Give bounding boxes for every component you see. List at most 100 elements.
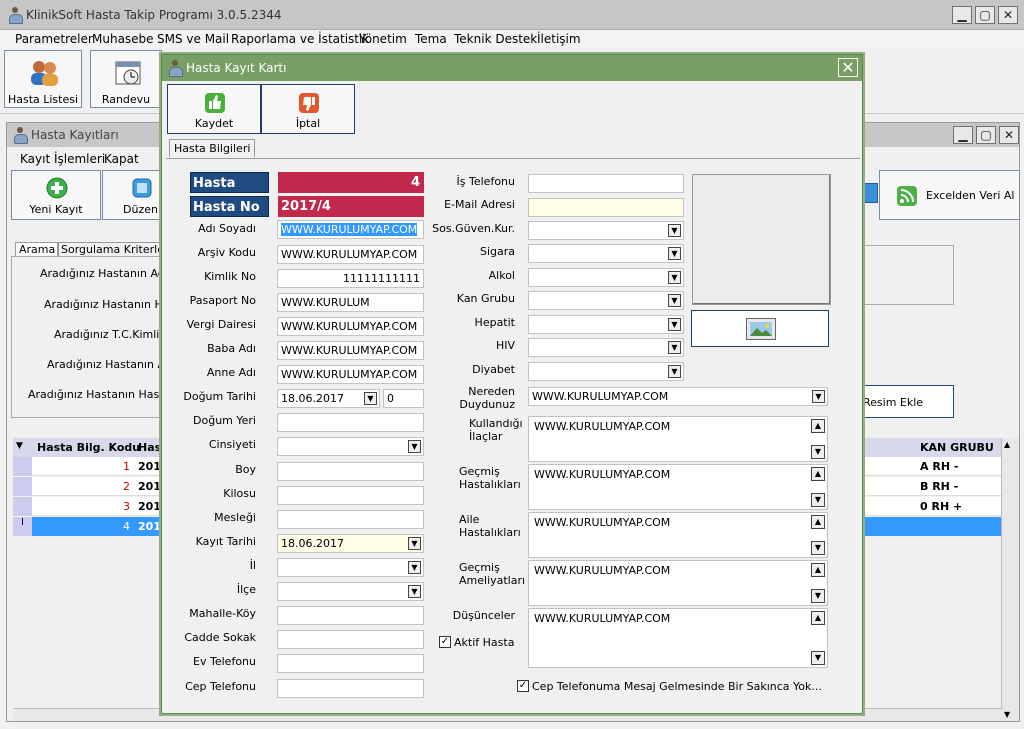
kan-grubu-select[interactable]: ▼ bbox=[528, 291, 684, 310]
dogum-tarihi-input[interactable]: 18.06.2017 ▼ bbox=[277, 389, 380, 408]
boy-input[interactable] bbox=[277, 462, 424, 481]
date-dropdown-icon[interactable]: ▼ bbox=[408, 537, 421, 550]
duzenle-button[interactable]: Düzenl bbox=[102, 170, 162, 220]
ameliyatlar-memo[interactable]: WWW.KURULUMYAP.COM ▲ ▼ bbox=[528, 560, 828, 606]
chevron-down-icon[interactable]: ▼ bbox=[668, 224, 681, 237]
menu-tema[interactable]: Tema bbox=[415, 32, 447, 46]
chevron-down-icon[interactable]: ▼ bbox=[812, 390, 825, 403]
photo-select-button[interactable] bbox=[691, 310, 829, 347]
sms-checkbox[interactable]: ✓ bbox=[517, 680, 529, 692]
yas-input[interactable]: 0 bbox=[383, 389, 424, 408]
hasta-kodu-field[interactable]: 4 bbox=[278, 172, 424, 193]
gecmis-hastaliklar-memo[interactable]: WWW.KURULUMYAP.COM ▲ ▼ bbox=[528, 464, 828, 510]
hasta-no-field[interactable]: 2017/4 bbox=[278, 196, 424, 217]
chevron-down-icon[interactable]: ▼ bbox=[668, 247, 681, 260]
kaydet-button[interactable]: Kaydet bbox=[167, 84, 261, 134]
cep-telefonu-input[interactable] bbox=[277, 679, 424, 698]
aktif-hasta-checkbox[interactable]: ✓ bbox=[439, 636, 451, 648]
aile-hastaliklari-memo[interactable]: WWW.KURULUMYAP.COM ▲ ▼ bbox=[528, 512, 828, 558]
close-button[interactable]: ✕ bbox=[998, 6, 1018, 24]
chevron-down-icon[interactable]: ▼ bbox=[408, 561, 421, 574]
menu-teknik-destek[interactable]: Teknik Destek bbox=[454, 32, 537, 46]
scroll-down-icon[interactable]: ▼ bbox=[1004, 710, 1010, 719]
child-maximize-button[interactable]: ▢ bbox=[976, 126, 996, 144]
chevron-down-icon[interactable]: ▼ bbox=[408, 440, 421, 453]
resim-ekle-button[interactable]: Resim Ekle bbox=[862, 385, 954, 418]
tab-hasta-bilgileri[interactable]: Hasta Bilgileri bbox=[169, 139, 256, 157]
hiv-select[interactable]: ▼ bbox=[528, 338, 684, 357]
sgk-select[interactable]: ▼ bbox=[528, 221, 684, 240]
maximize-button[interactable]: ▢ bbox=[975, 6, 995, 24]
meslegi-input[interactable] bbox=[277, 510, 424, 529]
nereden-select[interactable]: WWW.KURULUMYAP.COM ▼ bbox=[528, 387, 828, 406]
scroll-down-icon[interactable]: ▼ bbox=[811, 651, 825, 665]
diyabet-select[interactable]: ▼ bbox=[528, 362, 684, 381]
chevron-down-icon[interactable]: ▼ bbox=[408, 585, 421, 598]
chevron-down-icon[interactable]: ▼ bbox=[668, 271, 681, 284]
excel-import-button[interactable]: Excelden Veri Al bbox=[879, 170, 1020, 220]
kimlik-no-input[interactable]: 11111111111 bbox=[277, 269, 424, 288]
scroll-up-icon[interactable]: ▲ bbox=[1004, 440, 1010, 449]
menu-sms-mail[interactable]: SMS ve Mail bbox=[157, 32, 229, 46]
is-telefonu-input[interactable] bbox=[528, 174, 684, 193]
dogum-yeri-input[interactable] bbox=[277, 413, 424, 432]
child-minimize-button[interactable]: ▁ bbox=[953, 126, 973, 144]
chevron-down-icon[interactable]: ▼ bbox=[668, 365, 681, 378]
date-dropdown-icon[interactable]: ▼ bbox=[364, 392, 377, 405]
dusunceler-memo[interactable]: WWW.KURULUMYAP.COM ▲ ▼ bbox=[528, 608, 828, 668]
kilosu-input[interactable] bbox=[277, 486, 424, 505]
mahalle-input[interactable] bbox=[277, 606, 424, 625]
grid-vscrollbar[interactable]: ▲ ▼ bbox=[1001, 438, 1019, 721]
pasaport-no-input[interactable]: WWW.KURULUM bbox=[277, 293, 424, 312]
cadde-input[interactable] bbox=[277, 630, 424, 649]
ilce-select[interactable]: ▼ bbox=[277, 582, 424, 601]
col-hasta-bilg-kodu[interactable]: Hasta Bilg. Kodu bbox=[37, 441, 140, 454]
menu-iletisim[interactable]: İletişim bbox=[537, 32, 581, 46]
alkol-select[interactable]: ▼ bbox=[528, 268, 684, 287]
baba-adi-input[interactable]: WWW.KURULUMYAP.COM bbox=[277, 341, 424, 360]
scroll-up-icon[interactable]: ▲ bbox=[811, 515, 825, 529]
menu-parametreler[interactable]: Parametreler bbox=[15, 32, 93, 46]
vergi-dairesi-input[interactable]: WWW.KURULUMYAP.COM bbox=[277, 317, 424, 336]
scroll-down-icon[interactable]: ▼ bbox=[811, 493, 825, 507]
ilaclar-memo[interactable]: WWW.KURULUMYAP.COM ▲ ▼ bbox=[528, 416, 828, 462]
hepatit-select[interactable]: ▼ bbox=[528, 315, 684, 334]
menu-muhasebe[interactable]: Muhasebe bbox=[92, 32, 154, 46]
scroll-up-icon[interactable]: ▲ bbox=[811, 467, 825, 481]
scroll-up-icon[interactable]: ▲ bbox=[811, 419, 825, 433]
hasta-listesi-button[interactable]: Hasta Listesi bbox=[4, 50, 82, 108]
child-close-button[interactable]: ✕ bbox=[999, 126, 1019, 144]
col-kan-grubu[interactable]: KAN GRUBU bbox=[920, 441, 994, 454]
email-input[interactable] bbox=[528, 198, 684, 217]
adi-soyadi-value: WWW.KURULUMYAP.COM bbox=[281, 223, 418, 236]
minimize-button[interactable]: ▁ bbox=[952, 6, 972, 24]
kayit-tarihi-input[interactable]: 18.06.2017 ▼ bbox=[277, 534, 424, 553]
arsiv-kodu-input[interactable]: WWW.KURULUMYAP.COM bbox=[277, 245, 424, 264]
menu-yonetim[interactable]: Yönetim bbox=[359, 32, 407, 46]
scroll-down-icon[interactable]: ▼ bbox=[811, 589, 825, 603]
nav-arrow-icon[interactable] bbox=[864, 183, 878, 203]
cinsiyeti-select[interactable]: ▼ bbox=[277, 437, 424, 456]
chevron-down-icon[interactable]: ▼ bbox=[668, 294, 681, 307]
randevu-button[interactable]: Randevu bbox=[90, 50, 162, 108]
adi-soyadi-input[interactable]: WWW.KURULUMYAP.COM bbox=[277, 220, 424, 239]
anne-adi-input[interactable]: WWW.KURULUMYAP.COM bbox=[277, 365, 424, 384]
chevron-down-icon[interactable]: ▼ bbox=[668, 341, 681, 354]
chevron-down-icon[interactable]: ▼ bbox=[668, 318, 681, 331]
tab-sorgulama[interactable]: Sorgulama Kriterleri bbox=[57, 242, 176, 257]
yeni-kayit-button[interactable]: Yeni Kayıt bbox=[11, 170, 101, 220]
tab-arama[interactable]: Arama bbox=[15, 242, 60, 257]
menu-raporlama[interactable]: Raporlama ve İstatistik bbox=[231, 32, 369, 46]
sigara-select[interactable]: ▼ bbox=[528, 244, 684, 263]
menu-kayit-islemleri[interactable]: Kayıt İşlemleri bbox=[20, 152, 105, 166]
scroll-up-icon[interactable]: ▲ bbox=[811, 563, 825, 577]
scroll-down-icon[interactable]: ▼ bbox=[811, 445, 825, 459]
grid-menu-icon[interactable]: ▼ bbox=[16, 441, 23, 451]
scroll-down-icon[interactable]: ▼ bbox=[811, 541, 825, 555]
scroll-up-icon[interactable]: ▲ bbox=[811, 611, 825, 625]
dialog-close-button[interactable]: ✕ bbox=[838, 58, 858, 77]
ev-telefonu-input[interactable] bbox=[277, 654, 424, 673]
iptal-button[interactable]: İptal bbox=[261, 84, 355, 134]
il-select[interactable]: ▼ bbox=[277, 558, 424, 577]
menu-kapat[interactable]: Kapat bbox=[104, 152, 139, 166]
